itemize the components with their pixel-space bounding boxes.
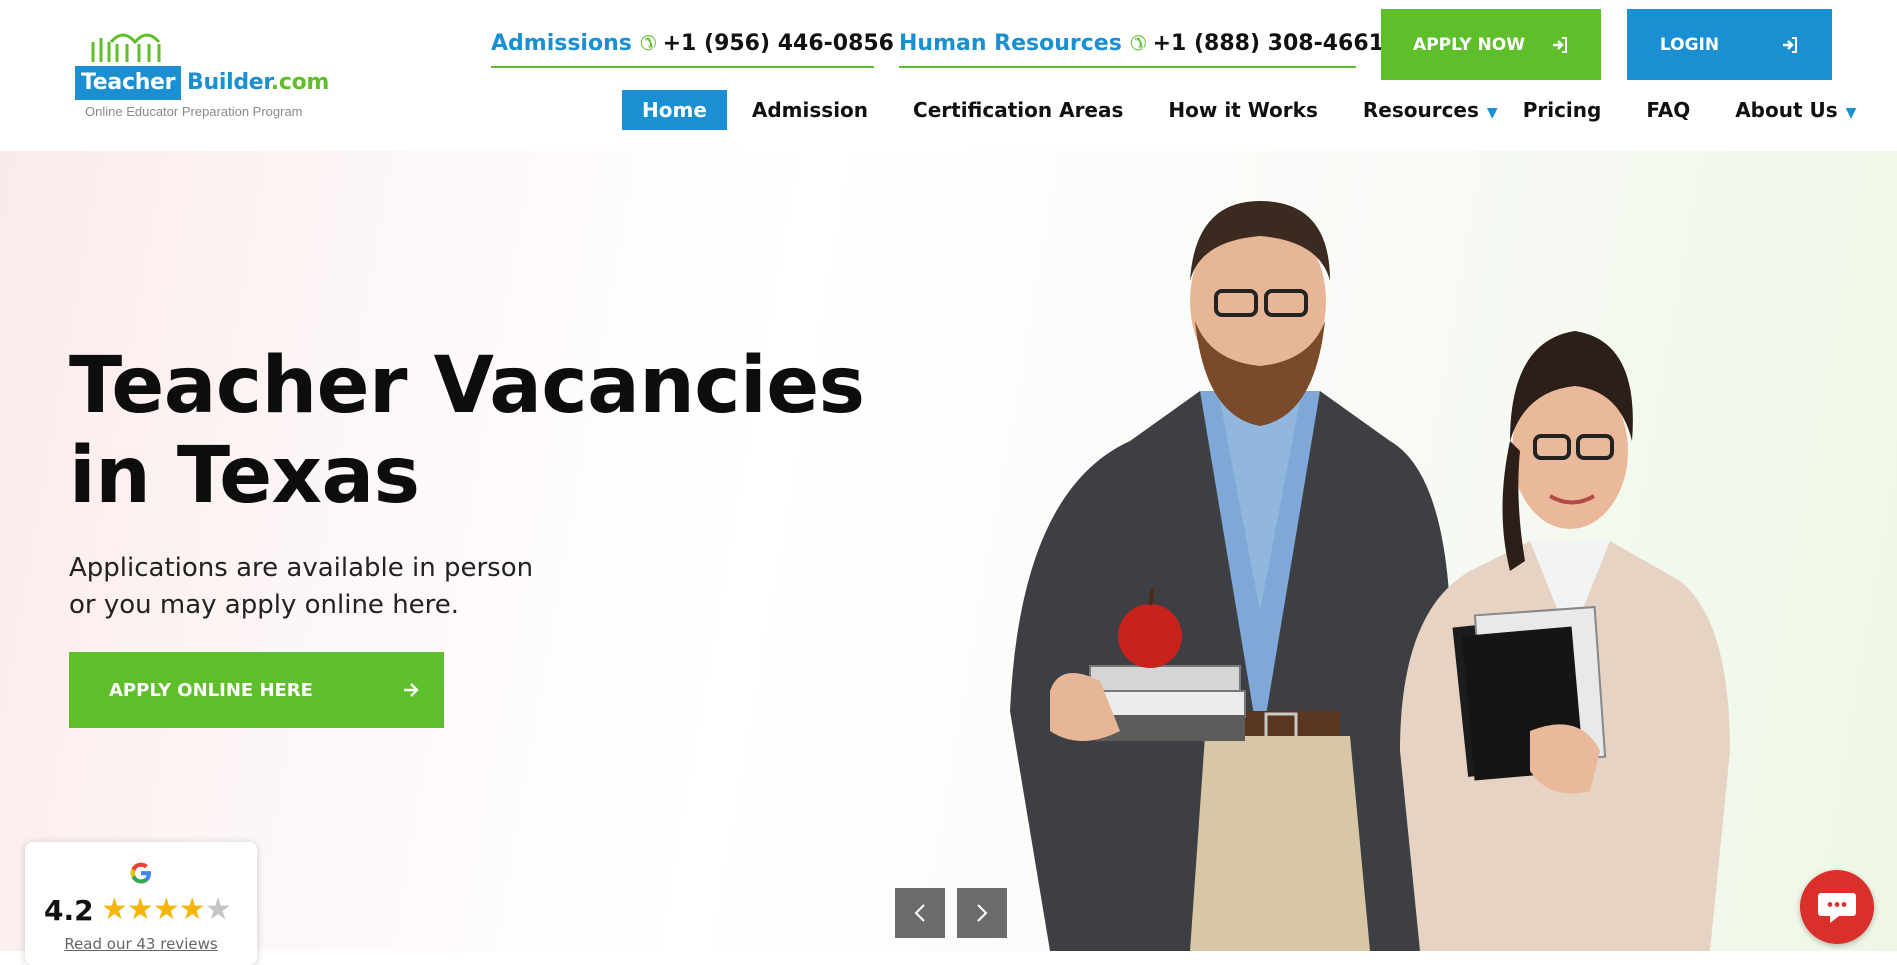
slider-next-button[interactable] — [957, 888, 1007, 938]
sign-in-icon — [1783, 36, 1798, 53]
logo-text-dotcom: .com — [270, 70, 330, 95]
hr-phone[interactable]: +1 (888) 308-4661 — [1153, 31, 1384, 56]
logo-text-builder: Builder.com — [187, 66, 329, 100]
phone-icon: ✆ — [639, 31, 657, 55]
login-label: LOGIN — [1659, 34, 1720, 55]
apply-online-button[interactable]: APPLY ONLINE HERE — [69, 652, 444, 728]
read-reviews-link[interactable]: Read our 43 reviews — [25, 935, 257, 953]
woman-figure — [1400, 331, 1730, 951]
apply-now-label: APPLY NOW — [1413, 34, 1525, 55]
rating-value: 4.2 — [44, 894, 94, 927]
sign-in-icon — [1552, 36, 1567, 53]
logo-text-teacher: Teacher — [75, 66, 182, 100]
nav-label: Resources — [1362, 98, 1479, 122]
caret-down-icon: ▼ — [1845, 105, 1857, 121]
nav-item-certification-areas[interactable]: Certification Areas — [893, 90, 1143, 130]
chevron-left-icon — [914, 904, 925, 922]
arrow-right-icon — [404, 683, 419, 697]
hero-title-line-1: Teacher Vacancies — [69, 341, 865, 431]
nav-item-home[interactable]: Home — [622, 90, 727, 130]
admissions-label: Admissions — [491, 30, 632, 56]
nav-label: Pricing — [1522, 98, 1602, 122]
phone-icon: ✆ — [1129, 31, 1147, 55]
chat-icon — [1818, 893, 1856, 923]
hr-label: Human Resources — [899, 30, 1122, 56]
apply-online-label: APPLY ONLINE HERE — [109, 679, 313, 701]
hero-subtitle: Applications are available in person or … — [69, 550, 589, 624]
star-rating: ★★★★★ — [101, 892, 232, 927]
hero-subtitle-line-1: Applications are available in person — [69, 553, 534, 583]
slider-prev-button[interactable] — [895, 888, 945, 938]
hr-contact[interactable]: Human Resources ✆ +1 (888) 308-4661 — [899, 20, 1384, 68]
nav-label: About Us — [1735, 98, 1838, 122]
star-icon: ★ — [204, 892, 232, 927]
nav-label: Home — [642, 98, 707, 122]
man-figure — [1010, 201, 1452, 951]
chevron-right-icon — [977, 904, 988, 922]
hero-title-line-2: in Texas — [69, 431, 420, 521]
nav-item-how-it-works[interactable]: How it Works — [1148, 90, 1337, 130]
admissions-contact[interactable]: Admissions ✆ +1 (956) 446-0856 — [491, 20, 894, 68]
site-logo[interactable]: Teacher Builder.com Online Educator Prep… — [75, 28, 335, 124]
nav-label: FAQ — [1646, 98, 1691, 122]
star-icon: ★ — [178, 892, 206, 927]
star-icon: ★ — [152, 892, 180, 927]
caret-down-icon: ▼ — [1486, 105, 1498, 121]
nav-item-resources[interactable]: Resources ▼ — [1343, 90, 1518, 130]
hero-title: Teacher Vacancies in Texas — [69, 341, 869, 521]
site-header: Teacher Builder.com Online Educator Prep… — [0, 0, 1897, 151]
teachers-photo — [1010, 201, 1730, 951]
login-button[interactable]: LOGIN — [1627, 9, 1832, 80]
google-icon — [130, 862, 151, 884]
nav-label: Certification Areas — [913, 98, 1124, 122]
logo-text-builder-part: Builder — [187, 70, 271, 95]
google-review-widget[interactable]: 4.2 ★★★★★ Read our 43 reviews — [25, 842, 257, 965]
nav-item-admission[interactable]: Admission — [732, 90, 888, 130]
nav-label: Admission — [751, 98, 869, 122]
chat-button[interactable] — [1800, 870, 1874, 944]
hero-slider: Teacher Vacancies in Texas Applications … — [0, 151, 1897, 951]
admissions-phone[interactable]: +1 (956) 446-0856 — [663, 31, 894, 56]
star-icon: ★ — [126, 892, 154, 927]
hero-subtitle-line-2: or you may apply online here. — [69, 590, 460, 620]
apply-now-button[interactable]: APPLY NOW — [1381, 9, 1601, 80]
nav-item-about-us[interactable]: About Us ▼ — [1715, 90, 1876, 130]
main-nav: Home Admission Certification Areas How i… — [622, 90, 1881, 130]
nav-label: How it Works — [1168, 98, 1318, 122]
nav-item-pricing[interactable]: Pricing — [1503, 90, 1622, 130]
nav-item-faq[interactable]: FAQ — [1626, 90, 1710, 130]
star-icon: ★ — [101, 892, 128, 927]
logo-tagline: Online Educator Preparation Program — [85, 104, 303, 119]
building-icon — [91, 33, 161, 62]
